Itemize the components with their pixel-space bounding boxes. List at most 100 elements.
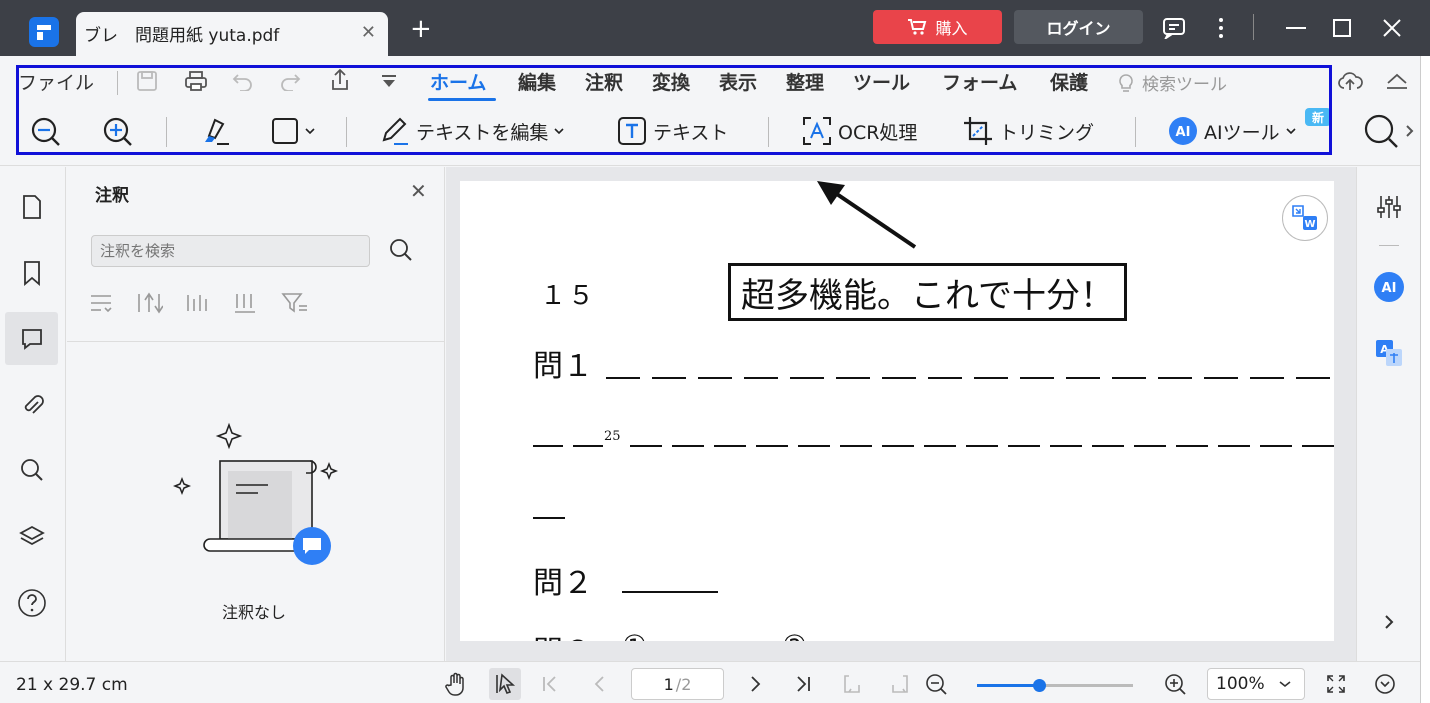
zoom-in-icon[interactable]: [1161, 670, 1189, 698]
tab-organize[interactable]: 整理: [786, 68, 824, 95]
tab-convert[interactable]: 変換: [652, 68, 690, 95]
minimize-icon[interactable]: [1282, 14, 1310, 42]
page-icon: [22, 194, 41, 219]
feedback-icon[interactable]: [1160, 14, 1188, 42]
rotate-left-icon[interactable]: [838, 670, 866, 698]
zoom-level-select[interactable]: 100%: [1207, 668, 1305, 700]
sidebar-item-comments[interactable]: [5, 312, 58, 365]
highlighter-icon[interactable]: [197, 115, 231, 149]
hand-tool-icon[interactable]: [442, 670, 470, 698]
crop-button[interactable]: トリミング: [963, 115, 1094, 147]
first-page-icon[interactable]: [536, 670, 564, 698]
answer-blank-line: [622, 591, 718, 593]
ocr-icon: [803, 117, 831, 145]
ocr-label: OCR処理: [838, 121, 918, 144]
new-tab-icon[interactable]: +: [410, 14, 432, 44]
buy-label: 購入: [935, 19, 968, 38]
login-button[interactable]: ログイン: [1014, 10, 1143, 44]
cloud-upload-icon[interactable]: [1337, 68, 1363, 94]
panel-close-icon[interactable]: ✕: [410, 179, 427, 203]
save-icon[interactable]: [134, 68, 160, 94]
panel-divider: [67, 341, 445, 342]
comment-icon: [21, 328, 42, 350]
shape-tool-button[interactable]: [271, 115, 315, 147]
search-icon[interactable]: [1363, 113, 1399, 149]
tab-edit[interactable]: 編集: [518, 68, 556, 95]
menu-file[interactable]: ファイル: [18, 68, 94, 95]
right-rail-divider: [1379, 245, 1399, 246]
question-3-item-1: ①: [622, 629, 647, 641]
maximize-icon[interactable]: [1328, 14, 1356, 42]
tab-view[interactable]: 表示: [719, 68, 757, 95]
sidebar-item-bookmarks[interactable]: [5, 246, 58, 299]
tool-divider: [768, 117, 769, 147]
svg-text:AI: AI: [1176, 125, 1191, 140]
zoom-in-icon[interactable]: [102, 116, 134, 148]
undo-icon[interactable]: [230, 68, 256, 94]
tool-divider: [346, 117, 347, 147]
quick-access-dropdown-icon[interactable]: [376, 68, 402, 94]
collapse-list-icon[interactable]: [89, 291, 115, 315]
search-icon[interactable]: [389, 238, 413, 266]
more-vertical-icon[interactable]: [1207, 14, 1235, 42]
tab-home[interactable]: ホーム: [430, 68, 486, 95]
rotate-right-icon[interactable]: [886, 670, 914, 698]
expand-panel-icon[interactable]: [1376, 609, 1402, 635]
translate-icon[interactable]: A: [1373, 337, 1405, 369]
edit-text-button[interactable]: テキストを編集: [380, 115, 565, 147]
sidebar-item-help[interactable]: [5, 576, 58, 629]
convert-to-word-icon[interactable]: W: [1282, 195, 1328, 241]
close-window-icon[interactable]: [1378, 14, 1406, 42]
filter-icon[interactable]: [281, 291, 309, 315]
share-icon[interactable]: [327, 67, 353, 93]
document-tab[interactable]: ブレ 問題用紙 yuta.pdf ✕: [76, 12, 388, 56]
filter-author-icon[interactable]: [185, 291, 211, 315]
collapse-ribbon-icon[interactable]: [1384, 68, 1410, 94]
zoom-out-icon[interactable]: [30, 116, 62, 148]
empty-annotations-illustration: [172, 422, 339, 565]
status-bar: 21 x 29.7 cm 1 /2 100%: [0, 661, 1420, 703]
tab-annotate[interactable]: 注釈: [585, 68, 623, 95]
more-options-icon[interactable]: [1371, 670, 1399, 698]
document-viewport[interactable]: W １５ 超多機能。これで十分！ 問１ 25 問２ 問３ ① ②: [446, 167, 1356, 661]
properties-sliders-icon[interactable]: [1374, 192, 1404, 222]
search-tools-button[interactable]: 検索ツール: [1116, 70, 1227, 95]
select-tool-icon[interactable]: [489, 668, 521, 700]
sidebar-item-layers[interactable]: [5, 509, 58, 562]
app-logo-icon: [29, 17, 59, 47]
ai-assistant-button[interactable]: AI: [1373, 271, 1405, 303]
buy-button[interactable]: 購入: [873, 10, 1002, 44]
sidebar-item-attachments[interactable]: [5, 378, 58, 431]
scroll-right-icon[interactable]: [1400, 118, 1420, 144]
next-page-icon[interactable]: [742, 670, 770, 698]
crop-icon: [964, 117, 992, 145]
print-icon[interactable]: [183, 68, 209, 94]
redo-icon[interactable]: [277, 68, 303, 94]
sidebar-item-search[interactable]: [5, 443, 58, 496]
tab-close-icon[interactable]: ✕: [361, 22, 376, 43]
fit-screen-icon[interactable]: [1322, 670, 1350, 698]
zoom-out-icon[interactable]: [922, 670, 950, 698]
lightbulb-icon: [1119, 73, 1133, 92]
edit-text-label: テキストを編集: [416, 121, 549, 144]
question-3-label: 問３: [533, 627, 593, 641]
pdf-page[interactable]: W １５ 超多機能。これで十分！ 問１ 25 問２ 問３ ① ②: [460, 181, 1334, 641]
tab-form[interactable]: フォーム: [942, 68, 1017, 95]
annotation-search-input[interactable]: [91, 235, 370, 267]
ocr-button[interactable]: OCR処理: [802, 115, 917, 147]
zoom-slider[interactable]: [977, 679, 1133, 692]
crop-label: トリミング: [999, 121, 1095, 144]
page-number-input[interactable]: 1 /2: [631, 668, 724, 700]
ai-tools-button[interactable]: AI AIツール: [1168, 115, 1296, 147]
sort-icon[interactable]: [137, 291, 163, 315]
tab-protect[interactable]: 保護: [1050, 68, 1088, 95]
tab-tools[interactable]: ツール: [853, 68, 910, 95]
last-page-icon[interactable]: [789, 670, 817, 698]
titlebar-divider: [1253, 14, 1254, 40]
zoom-slider-handle[interactable]: [1033, 679, 1047, 692]
paperclip-icon: [24, 394, 44, 414]
previous-page-icon[interactable]: [585, 670, 613, 698]
add-text-button[interactable]: テキスト: [617, 115, 728, 147]
filter-type-icon[interactable]: [233, 291, 259, 315]
sidebar-item-pages[interactable]: [5, 180, 58, 233]
